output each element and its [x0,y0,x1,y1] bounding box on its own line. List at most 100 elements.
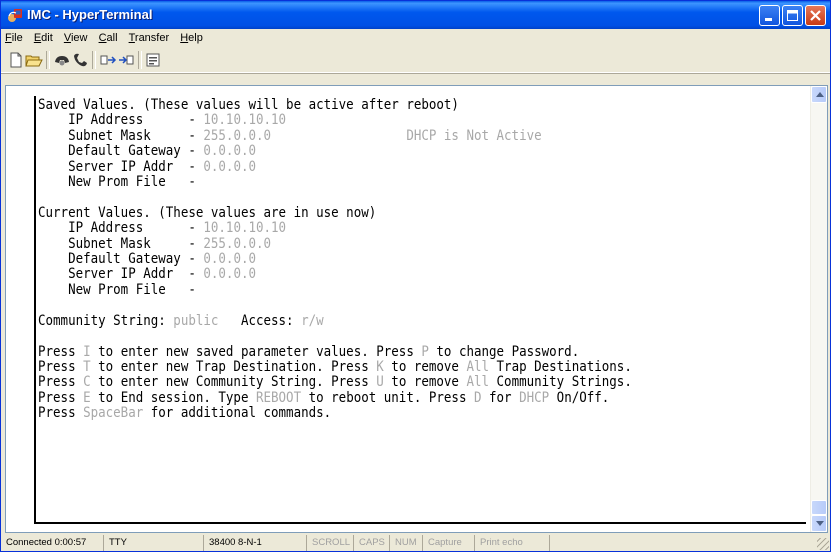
title-bar[interactable]: IMC - HyperTerminal [1,1,830,29]
status-connected: Connected 0:00:57 [1,535,104,551]
current-prom-label: New Prom File - [38,281,196,298]
cmd-line-4: Press [38,389,84,406]
saved-mask-value: 255.0.0.0 [203,127,272,144]
saved-mask-label: Subnet Mask - [38,127,204,144]
toolbar-separator [138,51,142,69]
cmd-text: On/Off. [549,389,610,406]
menu-edit[interactable]: Edit [30,29,57,44]
cmd-text: Trap Destinations. [489,358,632,375]
cmd-text: to remove [383,374,467,391]
current-server-label: Server IP Addr - [38,266,204,283]
menu-file[interactable]: File [1,29,27,44]
cmd-text: to enter new saved parameter values. Pre… [90,343,422,360]
maximize-icon [787,10,798,21]
key-d: D [473,389,482,406]
close-button[interactable] [805,5,826,26]
key-dhcp: DHCP [519,389,550,406]
menu-transfer[interactable]: Transfer [125,29,174,44]
saved-gateway-value: 0.0.0.0 [203,143,256,160]
resize-grip-icon[interactable] [817,538,829,550]
scroll-down-button[interactable] [811,515,827,532]
scrollbar-thumb[interactable] [811,500,827,515]
maximize-button[interactable] [782,5,803,26]
saved-ip-label: IP Address - [38,112,204,129]
community-value: public [173,312,219,329]
saved-gateway-label: Default Gateway - [38,143,204,160]
saved-server-value: 0.0.0.0 [203,158,256,175]
cmd-text: to remove [383,358,467,375]
status-emulation: TTY [104,535,204,551]
current-mask-value: 255.0.0.0 [203,235,272,252]
dial-icon[interactable] [71,52,89,68]
status-capture: Capture [423,535,475,551]
saved-prom-label: New Prom File - [38,174,196,191]
current-ip-label: IP Address - [38,220,204,237]
menu-call[interactable]: Call [95,29,122,44]
cmd-text: for [481,389,520,406]
cmd-text: to enter new Community String. Press [90,374,377,391]
toolbar-separator [46,51,50,69]
cmd-text: Community Strings. [489,374,632,391]
new-icon[interactable] [7,52,25,68]
properties-icon[interactable] [145,52,163,68]
cmd-line-5: Press [38,405,84,422]
key-reboot: REBOOT [255,389,302,406]
cmd-text: to change Password. [428,343,580,360]
terminal-output: Saved Values. (These values will be acti… [38,97,632,422]
status-print-echo: Print echo [475,535,550,551]
status-bar: Connected 0:00:57 TTY 38400 8-N-1 SCROLL… [1,535,830,551]
hyperterminal-window: IMC - HyperTerminal File Edit View Call … [0,0,831,552]
dhcp-status: DHCP is Not Active [406,127,542,144]
menu-view[interactable]: View [60,29,92,44]
status-settings: 38400 8-N-1 [204,535,307,551]
open-icon[interactable] [25,52,43,68]
window-title: IMC - HyperTerminal [27,7,153,22]
key-all: All [466,374,490,391]
key-k: K [376,358,384,375]
cmd-text: to End session. Type [90,389,256,406]
close-icon [810,10,821,21]
key-u: U [376,374,384,391]
cmd-text: to enter new Trap Destination. Press [90,358,377,375]
cmd-line-1: Press [38,343,84,360]
menu-help[interactable]: Help [176,29,207,44]
cmd-text: for additional commands. [143,405,332,422]
menu-bar: File Edit View Call Transfer Help [1,29,830,48]
chevron-down-icon [816,521,824,526]
saved-values-header: Saved Values. (These values will be acti… [38,97,459,113]
cmd-text: to reboot unit. Press [301,389,474,406]
access-value: r/w [301,312,324,329]
send-icon[interactable] [99,52,117,68]
current-server-value: 0.0.0.0 [203,266,256,283]
disconnect-icon[interactable] [53,52,71,68]
access-label: Access: [218,312,302,329]
scroll-up-button[interactable] [811,86,827,103]
chevron-up-icon [816,92,824,97]
saved-server-label: Server IP Addr - [38,158,204,175]
current-values-header: Current Values. (These values are in use… [38,204,377,221]
cmd-line-2: Press [38,358,84,375]
cmd-line-3: Press [38,374,84,391]
minimize-button[interactable] [759,5,780,26]
status-num: NUM [390,535,423,551]
dhcp-padding [271,128,406,144]
saved-ip-value: 10.10.10.10 [203,112,287,129]
vertical-scrollbar[interactable] [810,86,827,532]
key-e: E [83,389,91,406]
current-ip-value: 10.10.10.10 [203,220,287,237]
terminal-screen[interactable]: Saved Values. (These values will be acti… [6,86,807,532]
key-c: C [83,374,91,391]
toolbar [1,48,830,73]
community-label: Community String: [38,312,174,329]
key-all: All [466,358,490,375]
toolbar-separator [92,51,96,69]
current-mask-label: Subnet Mask - [38,235,204,252]
key-t: T [83,358,91,375]
key-i: I [83,343,91,360]
receive-icon[interactable] [117,52,135,68]
status-scroll: SCROLL [307,535,354,551]
terminal-text-area[interactable]: Saved Values. (These values will be acti… [34,96,806,524]
hyperterminal-app-icon[interactable] [7,7,23,23]
status-caps: CAPS [354,535,390,551]
current-gateway-value: 0.0.0.0 [203,251,256,268]
